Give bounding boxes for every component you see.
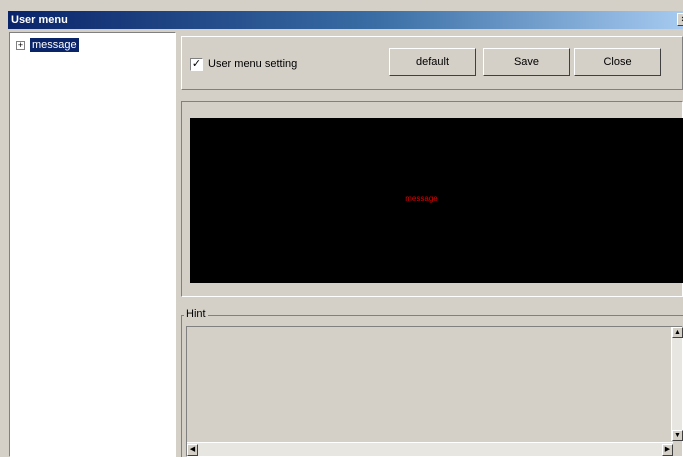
display-message-text: message <box>405 194 438 203</box>
close-icon[interactable]: × <box>677 13 683 26</box>
menu-tree[interactable]: + message <box>9 32 176 457</box>
scroll-left-icon[interactable]: ◀ <box>187 444 198 456</box>
save-button[interactable]: Save <box>483 48 570 76</box>
hint-group: Hint ▲ ▼ ◀ ▶ <box>181 308 683 457</box>
display-preview: message <box>190 118 683 283</box>
default-button[interactable]: default <box>389 48 476 76</box>
hint-textbox[interactable]: ▲ ▼ ◀ ▶ <box>186 326 683 457</box>
scroll-up-icon[interactable]: ▲ <box>672 327 683 338</box>
display-preview-frame: message <box>181 101 683 297</box>
hint-vertical-scrollbar[interactable]: ▲ ▼ <box>671 327 683 441</box>
window-title: User menu <box>11 14 68 26</box>
expand-icon[interactable]: + <box>16 41 25 50</box>
user-menu-setting-label[interactable]: User menu setting <box>208 58 297 70</box>
hint-horizontal-scrollbar[interactable]: ◀ ▶ <box>187 442 673 456</box>
close-button[interactable]: Close <box>574 48 661 76</box>
hint-label: Hint <box>184 308 208 320</box>
scroll-right-icon[interactable]: ▶ <box>662 444 673 456</box>
user-menu-setting-checkbox[interactable]: ✓ <box>190 58 203 71</box>
tree-item-label[interactable]: message <box>30 38 79 52</box>
scroll-down-icon[interactable]: ▼ <box>672 430 683 441</box>
toolbar-panel: ✓ User menu setting default Save Close <box>181 36 683 90</box>
window-titlebar[interactable]: User menu × <box>8 11 683 29</box>
